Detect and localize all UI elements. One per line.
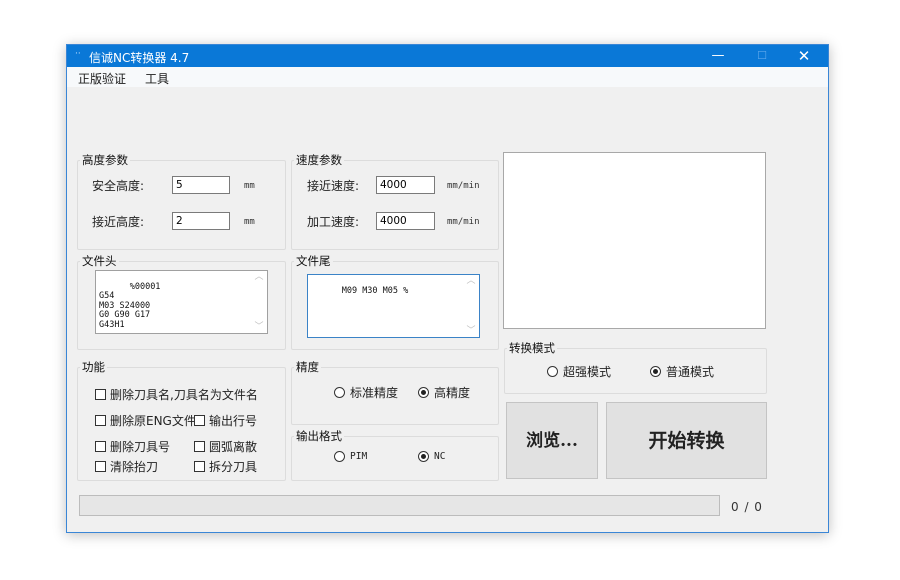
checkbox[interactable] xyxy=(194,415,205,426)
radio-button[interactable] xyxy=(547,366,558,377)
minimize-button[interactable]: — xyxy=(696,45,740,67)
option-remove-tool-number[interactable]: 删除刀具号 xyxy=(95,438,170,455)
option-delete-eng-file[interactable]: 删除原ENG文件 xyxy=(95,412,196,429)
scroll-up-icon[interactable]: ︿ xyxy=(251,272,267,283)
window-title: 信诚NC转换器 4.7 xyxy=(89,51,190,65)
checkbox[interactable] xyxy=(95,389,106,400)
approach-height-input[interactable]: 2 xyxy=(172,212,230,230)
app-icon: ·· xyxy=(75,49,81,59)
radio-button-selected[interactable] xyxy=(418,451,429,462)
option-arc-discretize[interactable]: 圆弧离散 xyxy=(194,438,257,455)
machining-speed-label: 加工速度: xyxy=(307,215,360,229)
file-header-text: %00001 G54 M03 S24000 G0 G90 G17 G43H1 xyxy=(99,281,161,330)
scroll-down-icon[interactable]: ﹀ xyxy=(251,322,267,333)
precision-legend: 精度 xyxy=(294,359,321,375)
start-convert-button[interactable]: 开始转换 xyxy=(606,402,767,479)
browse-button[interactable]: 浏览... xyxy=(506,402,598,479)
file-header-textarea[interactable]: %00001 G54 M03 S24000 G0 G90 G17 G43H1 ︿… xyxy=(95,270,268,334)
close-button[interactable]: ✕ xyxy=(782,45,826,67)
checkbox[interactable] xyxy=(95,441,106,452)
file-footer-group: 文件尾 M09 M30 M05 % ︿ ﹀ xyxy=(291,253,499,350)
radio-standard-precision[interactable]: 标准精度 xyxy=(334,384,398,401)
approach-speed-input[interactable]: 4000 xyxy=(376,176,435,194)
file-footer-legend: 文件尾 xyxy=(294,253,333,269)
radio-high-precision[interactable]: 高精度 xyxy=(418,384,470,401)
approach-speed-label: 接近速度: xyxy=(307,179,360,193)
file-footer-text: M09 M30 M05 % xyxy=(341,285,409,296)
option-split-tools[interactable]: 拆分刀具 xyxy=(194,458,257,475)
speed-params-group: 速度参数 接近速度: 4000 mm/min 加工速度: 4000 mm/min xyxy=(291,152,499,250)
radio-button[interactable] xyxy=(334,451,345,462)
radio-normal-mode[interactable]: 普通模式 xyxy=(650,363,714,380)
option-output-line-numbers[interactable]: 输出行号 xyxy=(194,412,257,429)
option-remove-tool-name[interactable]: 删除刀具名,刀具名为文件名 xyxy=(95,386,258,403)
output-format-group: 输出格式 PIM NC xyxy=(291,428,499,481)
machining-speed-unit: mm/min xyxy=(447,217,480,227)
radio-button[interactable] xyxy=(334,387,345,398)
functions-legend: 功能 xyxy=(80,359,107,375)
file-footer-scrollbar[interactable]: ︿ ﹀ xyxy=(463,275,479,337)
title-bar[interactable]: ·· 信诚NC转换器 4.7 — ☐ ✕ xyxy=(67,45,828,67)
file-footer-textarea[interactable]: M09 M30 M05 % ︿ ﹀ xyxy=(307,274,480,338)
checkbox[interactable] xyxy=(194,441,205,452)
safe-height-unit: mm xyxy=(244,181,255,191)
file-header-scrollbar[interactable]: ︿ ﹀ xyxy=(251,271,267,333)
approach-speed-unit: mm/min xyxy=(447,181,480,191)
checkbox[interactable] xyxy=(194,461,205,472)
menu-bar: 正版验证 工具 xyxy=(67,67,828,87)
menu-tools[interactable]: 工具 xyxy=(145,70,169,87)
checkbox[interactable] xyxy=(95,461,106,472)
radio-format-pim[interactable]: PIM xyxy=(334,451,367,462)
radio-super-mode[interactable]: 超强模式 xyxy=(547,363,611,380)
scroll-up-icon[interactable]: ︿ xyxy=(463,276,479,287)
file-header-group: 文件头 %00001 G54 M03 S24000 G0 G90 G17 G43… xyxy=(77,253,286,350)
functions-group: 功能 删除刀具名,刀具名为文件名 删除原ENG文件 输出行号 删除刀具号 圆弧离… xyxy=(77,359,286,481)
scroll-down-icon[interactable]: ﹀ xyxy=(463,326,479,337)
safe-height-label: 安全高度: xyxy=(92,179,145,193)
height-params-group: 高度参数 安全高度: 5 mm 接近高度: 2 mm xyxy=(77,152,286,250)
menu-license-verify[interactable]: 正版验证 xyxy=(78,70,126,87)
precision-group: 精度 标准精度 高精度 xyxy=(291,359,499,425)
radio-button-selected[interactable] xyxy=(418,387,429,398)
machining-speed-input[interactable]: 4000 xyxy=(376,212,435,230)
maximize-button[interactable]: ☐ xyxy=(740,45,784,67)
convert-mode-group: 转换模式 超强模式 普通模式 xyxy=(504,340,767,394)
log-output-area[interactable] xyxy=(503,152,766,329)
safe-height-input[interactable]: 5 xyxy=(172,176,230,194)
approach-height-label: 接近高度: xyxy=(92,215,145,229)
checkbox[interactable] xyxy=(95,415,106,426)
progress-bar xyxy=(79,495,720,516)
radio-button-selected[interactable] xyxy=(650,366,661,377)
progress-counter: 0 / 0 xyxy=(731,500,763,514)
speed-params-legend: 速度参数 xyxy=(294,152,344,168)
option-clear-retract[interactable]: 清除抬刀 xyxy=(95,458,158,475)
convert-mode-legend: 转换模式 xyxy=(507,340,557,356)
height-params-legend: 高度参数 xyxy=(80,152,130,168)
radio-format-nc[interactable]: NC xyxy=(418,451,445,462)
file-header-legend: 文件头 xyxy=(80,253,119,269)
app-window: ·· 信诚NC转换器 4.7 — ☐ ✕ 正版验证 工具 高度参数 安全高度: … xyxy=(66,44,829,533)
output-format-legend: 输出格式 xyxy=(294,428,344,444)
approach-height-unit: mm xyxy=(244,217,255,227)
